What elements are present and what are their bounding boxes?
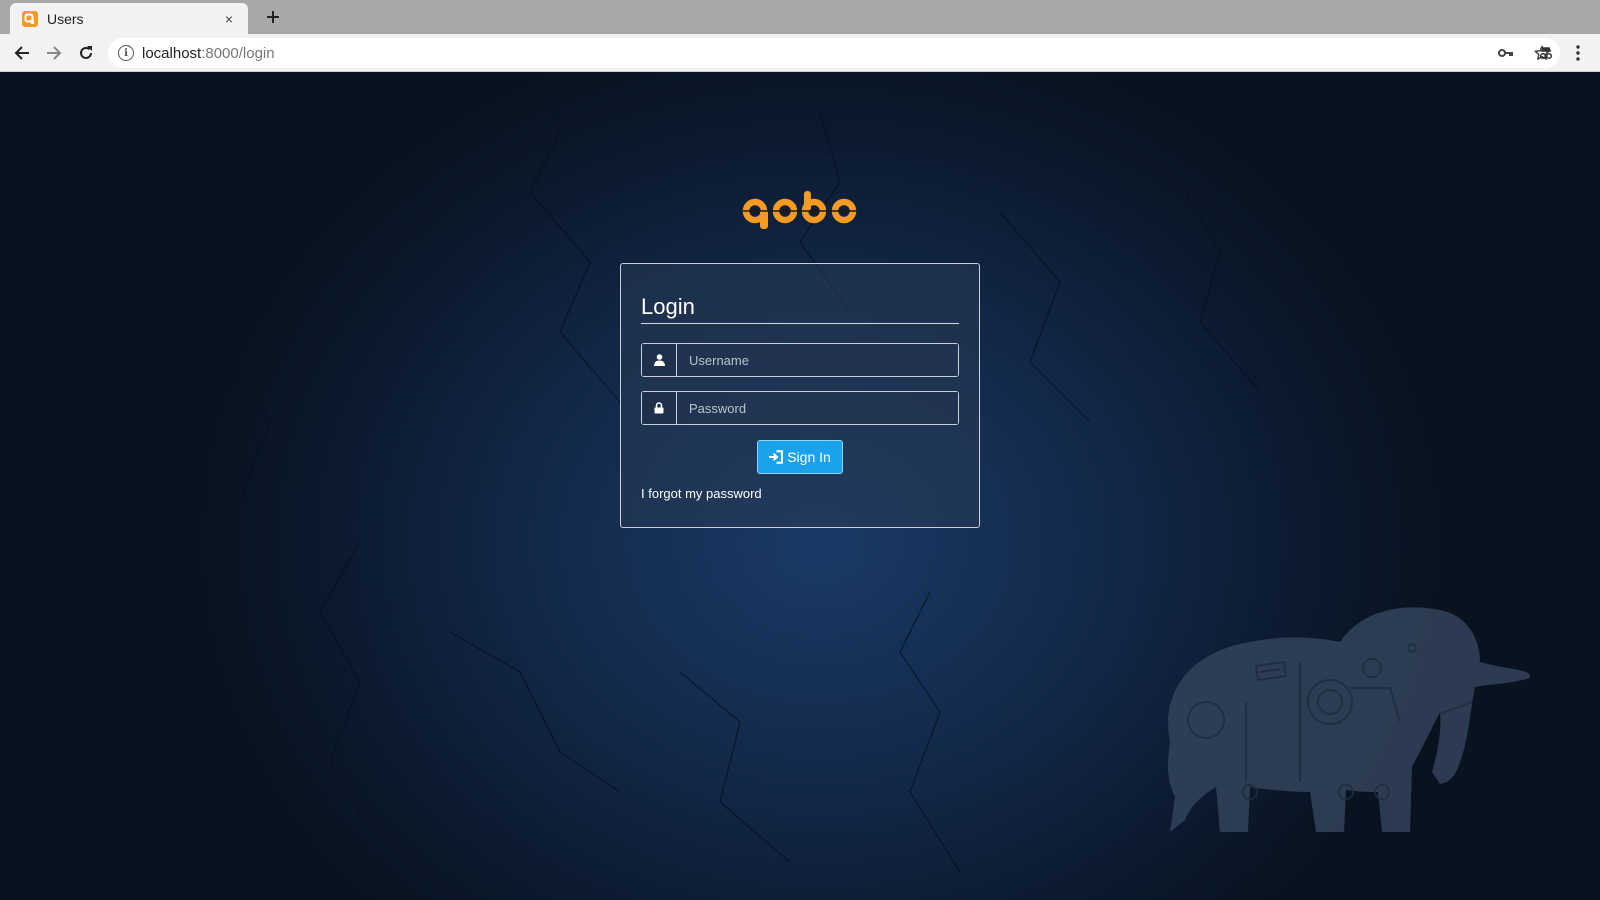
sign-in-label: Sign In — [787, 449, 831, 465]
close-icon[interactable]: × — [220, 10, 238, 28]
url-path: :8000/login — [201, 44, 275, 62]
password-field — [641, 391, 959, 425]
back-arrow-icon[interactable] — [10, 41, 34, 65]
browser-tab[interactable]: Users × — [10, 3, 248, 34]
extension-icon[interactable] — [1533, 41, 1559, 65]
url-host: localhost — [142, 44, 202, 62]
lock-icon — [642, 392, 677, 424]
login-page: Login Sign In I forgot my password — [0, 72, 1600, 900]
forward-arrow-icon[interactable] — [42, 41, 66, 65]
browser-toolbar: i localhost:8000/login — [0, 34, 1600, 72]
address-bar[interactable]: i localhost:8000/login — [108, 38, 1560, 68]
url-text: localhost:8000/login — [142, 45, 275, 62]
username-input[interactable] — [677, 344, 958, 376]
tab-title: Users — [47, 10, 84, 27]
sign-in-button[interactable]: Sign In — [757, 440, 843, 474]
login-title: Login — [641, 294, 695, 319]
divider — [641, 323, 959, 324]
password-input[interactable] — [677, 392, 958, 424]
username-field — [641, 343, 959, 377]
sign-in-icon — [769, 450, 784, 464]
qobo-logo — [742, 191, 857, 229]
forgot-password-link[interactable]: I forgot my password — [641, 486, 762, 501]
plus-icon[interactable] — [262, 6, 284, 28]
login-form: Login Sign In I forgot my password — [620, 263, 980, 528]
browser-tab-bar: Users × — [0, 0, 1600, 34]
reload-icon[interactable] — [74, 41, 98, 65]
more-vertical-icon[interactable] — [1566, 41, 1590, 65]
user-icon — [642, 344, 677, 376]
key-icon[interactable] — [1488, 38, 1524, 68]
favicon-icon — [22, 10, 38, 27]
info-icon[interactable]: i — [118, 45, 134, 61]
elephant-illustration — [1168, 607, 1530, 832]
